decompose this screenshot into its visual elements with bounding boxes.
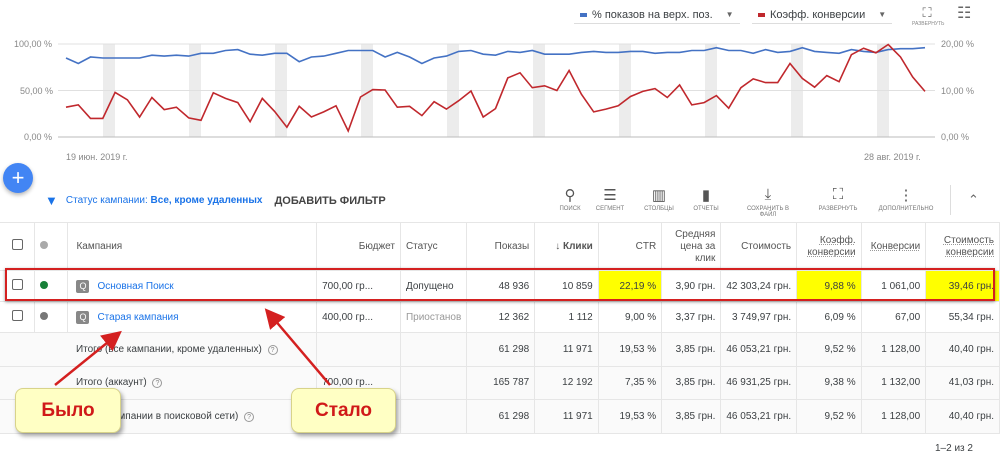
totals-row: Итого (аккаунт) ? 700,00 гр... 165 787 1… — [0, 366, 1000, 400]
highlight-box — [5, 268, 995, 301]
toolbar-label: ДОПОЛНИТЕЛЬНО — [878, 206, 934, 212]
header-clicks-label: Клики — [562, 240, 593, 252]
status-cell: Приостанов — [400, 301, 468, 333]
header-impressions[interactable]: Показы — [466, 222, 536, 271]
campaign-link[interactable]: Старая кампания — [97, 312, 178, 323]
collapse-chevron-icon[interactable]: ⌃ — [968, 192, 979, 208]
ctr-cell: 19,53 % — [598, 332, 663, 367]
toolbar-label: СОХРАНИТЬ В ФАЙЛ — [746, 206, 790, 218]
status-dot-header — [34, 222, 69, 271]
search-campaign-icon: Q — [76, 310, 90, 324]
impressions-cell: 61 298 — [466, 332, 536, 367]
header-clicks[interactable]: ↓ Клики — [534, 222, 599, 271]
conv-rate-cell: 9,52 % — [796, 332, 862, 367]
filter-chip[interactable]: Статус кампании: Все, кроме удаленных — [66, 195, 263, 206]
filter-icon: ▼ — [45, 193, 58, 208]
cost-cell: 46 053,21 грн. — [720, 399, 798, 434]
cost-per-conv-cell: 41,03 грн. — [925, 366, 1000, 400]
ctr-cell: 7,35 % — [598, 366, 663, 400]
ctr-cell: 19,53 % — [598, 399, 663, 434]
cost-per-conv-cell: 55,34 грн. — [925, 301, 1000, 333]
toolbar-more-button[interactable]: ⋮ ДОПОЛНИТЕЛЬНО — [876, 186, 936, 212]
header-conversions[interactable]: Конверсии — [861, 222, 927, 271]
impressions-cell: 165 787 — [466, 366, 536, 400]
toolbar-reports-button[interactable]: ▮ ОТЧЕТЫ — [676, 186, 736, 212]
cost-cell: 46 053,21 грн. — [720, 332, 798, 367]
callout-before: Было — [15, 388, 121, 433]
avg-cpc-cell: 3,85 грн. — [661, 332, 722, 367]
header-cost[interactable]: Стоимость — [720, 222, 798, 271]
toolbar-label: ОТЧЕТЫ — [693, 206, 719, 212]
avg-cpc-cell: 3,37 грн. — [661, 301, 722, 333]
avg-cpc-cell: 3,85 грн. — [661, 366, 722, 400]
conversions-cell: 1 132,00 — [861, 366, 927, 400]
totals-label: Итого (все кампании, кроме удаленных) — [75, 343, 262, 355]
avg-cpc-cell: 3,85 грн. — [661, 399, 722, 434]
add-button[interactable]: + — [3, 163, 33, 193]
toolbar-expand-button[interactable]: ⛶ РАЗВЕРНУТЬ — [808, 186, 868, 212]
totals-label: Итого (аккаунт) — [75, 377, 147, 389]
campaign-table: Кампания Бюджет Статус Показы ↓ Клики CT… — [0, 222, 1000, 434]
ctr-cell: 9,00 % — [598, 301, 663, 333]
impressions-cell: 12 362 — [466, 301, 536, 333]
toolbar-download-button[interactable]: ⤓ СОХРАНИТЬ В ФАЙЛ — [738, 186, 798, 218]
conversions-cell: 1 128,00 — [861, 332, 927, 367]
callout-after: Стало — [291, 388, 396, 433]
cost-per-conv-cell: 40,40 грн. — [925, 332, 1000, 367]
line-chart — [58, 43, 935, 138]
totals-row: Итого (кампании в поисковой сети) ? 61 2… — [0, 399, 1000, 434]
totals-row: Итого (все кампании, кроме удаленных) ? … — [0, 332, 1000, 367]
impressions-cell: 61 298 — [466, 399, 536, 434]
conv-rate-cell: 6,09 % — [796, 301, 862, 333]
filter-value: Все, кроме удаленных — [150, 195, 263, 206]
header-campaign[interactable]: Кампания — [67, 222, 318, 271]
filter-label: Статус кампании: — [65, 195, 148, 206]
status-dot-icon — [34, 301, 69, 333]
header-ctr[interactable]: CTR — [598, 222, 663, 271]
pagination-label: 1–2 из 2 — [935, 443, 973, 454]
toolbar-label: ПОИСК — [559, 206, 581, 212]
toolbar-label: СТОЛБЦЫ — [644, 206, 674, 212]
cost-per-conv-cell: 40,40 грн. — [925, 399, 1000, 434]
clicks-cell: 11 971 — [534, 332, 599, 367]
conv-rate-cell: 9,38 % — [796, 366, 862, 400]
header-conv-rate[interactable]: Коэфф. конверсии — [796, 222, 862, 271]
sort-down-icon: ↓ — [555, 240, 563, 252]
more-icon: ⋮ — [898, 187, 914, 204]
add-filter-button[interactable]: ДОБАВИТЬ ФИЛЬТР — [274, 195, 385, 207]
toolbar-label: СЕГМЕНТ — [595, 206, 625, 212]
header-status[interactable]: Статус — [400, 222, 468, 271]
conversions-cell: 67,00 — [861, 301, 927, 333]
conversions-cell: 1 128,00 — [861, 399, 927, 434]
budget-cell — [316, 332, 401, 367]
help-icon[interactable]: ? — [244, 411, 255, 422]
expand-icon: ⛶ — [832, 186, 844, 203]
header-cost-per-conv[interactable]: Стоимость конверсии — [925, 222, 1000, 271]
help-icon[interactable]: ? — [152, 378, 163, 389]
clicks-cell: 11 971 — [534, 399, 599, 434]
header-budget[interactable]: Бюджет — [316, 222, 401, 271]
toolbar-label: РАЗВЕРНУТЬ — [818, 206, 858, 212]
clicks-cell: 12 192 — [534, 366, 599, 400]
reports-icon: ▮ — [701, 187, 711, 204]
conv-rate-cell: 9,52 % — [796, 399, 862, 434]
budget-cell[interactable]: 400,00 гр... — [316, 301, 401, 333]
table-row: Q Старая кампания 400,00 гр... Приостанов… — [0, 301, 1000, 333]
clicks-cell: 1 112 — [534, 301, 599, 333]
select-all-checkbox[interactable] — [0, 222, 35, 271]
cost-cell: 46 931,25 грн. — [720, 366, 798, 400]
download-icon: ⤓ — [764, 186, 772, 203]
row-checkbox[interactable] — [0, 301, 35, 333]
help-icon[interactable]: ? — [267, 344, 278, 355]
header-avg-cpc[interactable]: Средняя цена за клик — [661, 222, 722, 271]
divider — [950, 185, 951, 215]
cost-cell: 3 749,97 грн. — [720, 301, 798, 333]
